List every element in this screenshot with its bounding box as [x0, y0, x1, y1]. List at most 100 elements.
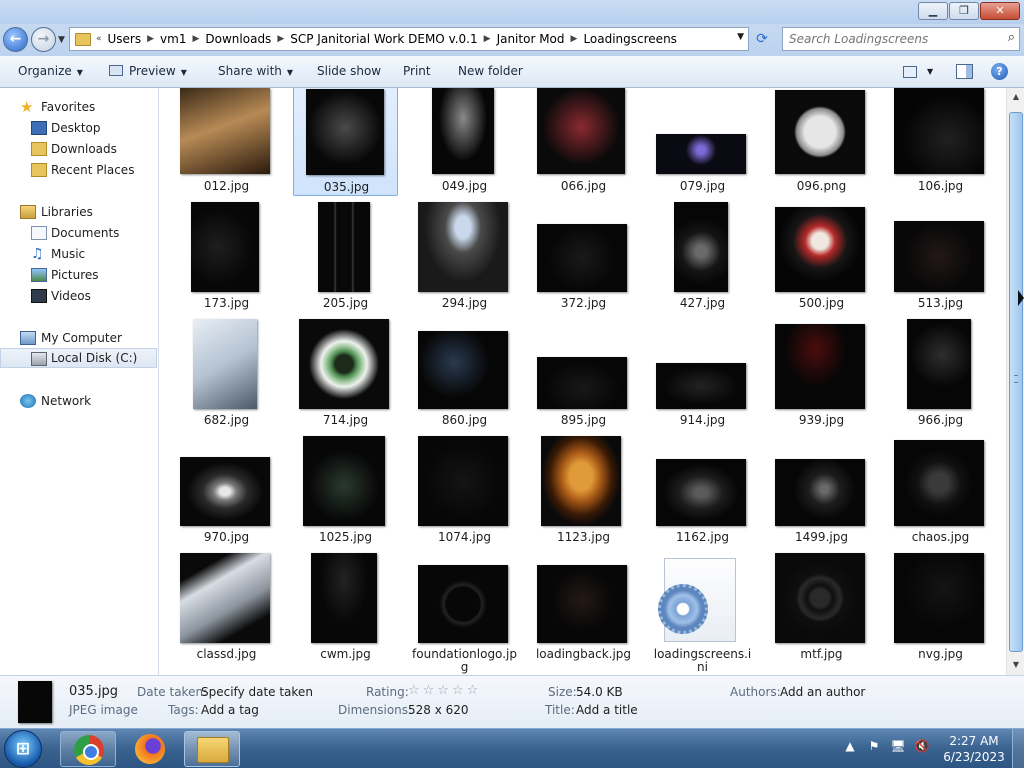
authors-field[interactable]: Add an author [780, 685, 865, 699]
file-item[interactable]: foundationlogo.jpg [412, 550, 517, 674]
share-with-button[interactable]: Share with ▼ [218, 64, 293, 78]
vertical-scrollbar[interactable]: ▲ ▼ [1006, 88, 1024, 675]
file-item[interactable]: 106.jpg [888, 88, 993, 196]
taskbar-chrome-button[interactable] [60, 731, 116, 767]
sidebar-item-recent-places[interactable]: Recent Places [0, 160, 157, 180]
sidebar-item-documents[interactable]: Documents [0, 223, 157, 243]
action-center-icon[interactable]: ⚑ [866, 739, 882, 753]
file-item[interactable]: 1025.jpg [293, 433, 398, 547]
network-status-icon[interactable]: 🖥 [890, 739, 906, 753]
refresh-icon[interactable]: ⟳ [752, 30, 772, 50]
sidebar-item-libraries[interactable]: Libraries [0, 202, 157, 222]
file-item[interactable]: 1074.jpg [412, 433, 517, 547]
sidebar-item-videos[interactable]: Videos [0, 286, 157, 306]
title-field[interactable]: Add a title [576, 703, 638, 717]
recent-pages-dropdown[interactable]: ▼ [58, 35, 65, 45]
taskbar-firefox-button[interactable] [122, 731, 178, 767]
show-hidden-icons-icon[interactable]: ▲ [842, 739, 858, 753]
file-item[interactable]: classd.jpg [174, 550, 279, 664]
view-options-dropdown[interactable]: ▼ [927, 67, 933, 76]
file-item[interactable]: 173.jpg [174, 199, 279, 313]
chevron-right-icon[interactable]: ▶ [146, 34, 155, 44]
file-item[interactable]: 1499.jpg [769, 433, 874, 547]
file-item[interactable]: 1162.jpg [650, 433, 755, 547]
start-button[interactable]: ⊞ [4, 730, 42, 768]
date-taken-field[interactable]: Specify date taken [201, 685, 313, 699]
file-item[interactable]: 012.jpg [174, 88, 279, 196]
scroll-down-arrow[interactable]: ▼ [1009, 658, 1023, 672]
breadcrumb-overflow-icon[interactable]: « [95, 34, 103, 44]
file-item[interactable]: 500.jpg [769, 199, 874, 313]
breadcrumb-users[interactable]: Users [103, 32, 147, 46]
search-box[interactable]: ⌕ [782, 27, 1020, 51]
minimize-button[interactable]: ▁ [918, 2, 948, 20]
file-item[interactable]: nvg.jpg [888, 550, 993, 664]
help-icon[interactable]: ? [991, 63, 1008, 80]
rating-stars[interactable]: ☆☆☆☆☆ [408, 683, 481, 698]
file-item[interactable]: 096.png [769, 88, 874, 196]
search-icon[interactable]: ⌕ [1008, 30, 1015, 45]
breadcrumb-loadingscreens[interactable]: Loadingscreens [578, 32, 682, 46]
sidebar-item-downloads[interactable]: Downloads [0, 139, 157, 159]
close-button[interactable]: ✕ [980, 2, 1020, 20]
chevron-right-icon[interactable]: ▶ [570, 34, 579, 44]
file-item[interactable]: 966.jpg [888, 316, 993, 430]
file-item[interactable]: 513.jpg [888, 199, 993, 313]
file-item[interactable]: 682.jpg [174, 316, 279, 430]
file-item[interactable]: loadingscreens.ini [650, 550, 755, 674]
back-button[interactable]: ← [3, 27, 28, 52]
chevron-right-icon[interactable]: ▶ [483, 34, 492, 44]
sidebar-item-my-computer[interactable]: My Computer [0, 328, 157, 348]
breadcrumb-vm1[interactable]: vm1 [155, 32, 191, 46]
search-input[interactable] [783, 28, 993, 50]
sidebar-item-network[interactable]: Network [0, 391, 157, 411]
sidebar-item-pictures[interactable]: Pictures [0, 265, 157, 285]
file-item[interactable]: 895.jpg [531, 316, 636, 430]
breadcrumb-downloads[interactable]: Downloads [200, 32, 276, 46]
taskbar-clock[interactable]: 2:27 AM 6/23/2023 [934, 733, 1014, 765]
file-item[interactable]: 049.jpg [412, 88, 517, 196]
file-item[interactable]: chaos.jpg [888, 433, 993, 547]
file-item[interactable]: cwm.jpg [293, 550, 398, 664]
file-item[interactable]: 294.jpg [412, 199, 517, 313]
change-view-icon[interactable] [903, 66, 917, 78]
file-item[interactable]: 066.jpg [531, 88, 636, 196]
sidebar-item-music[interactable]: ♫ Music [0, 244, 157, 264]
file-item[interactable]: 1123.jpg [531, 433, 636, 547]
file-item[interactable]: 372.jpg [531, 199, 636, 313]
chevron-right-icon[interactable]: ▶ [276, 34, 285, 44]
preview-pane-icon[interactable] [956, 64, 973, 79]
show-desktop-button[interactable] [1012, 729, 1024, 768]
maximize-button[interactable]: ❐ [949, 2, 979, 20]
file-item[interactable]: 914.jpg [650, 316, 755, 430]
file-item[interactable]: mtf.jpg [769, 550, 874, 664]
scrollbar-thumb[interactable] [1009, 112, 1023, 652]
volume-muted-icon[interactable]: 🔇 [914, 739, 930, 753]
file-item[interactable]: 714.jpg [293, 316, 398, 430]
sidebar-item-favorites[interactable]: ★ Favorites [0, 97, 157, 117]
sidebar-item-local-disk[interactable]: Local Disk (C:) [0, 348, 157, 368]
new-folder-button[interactable]: New folder [458, 64, 523, 78]
print-button[interactable]: Print [403, 64, 431, 78]
address-bar[interactable]: « Users ▶ vm1 ▶ Downloads ▶ SCP Janitori… [69, 27, 749, 51]
forward-button[interactable]: → [31, 27, 56, 52]
tags-field[interactable]: Add a tag [201, 703, 259, 717]
taskbar-explorer-button[interactable] [184, 731, 240, 767]
chevron-right-icon[interactable]: ▶ [191, 34, 200, 44]
sidebar-item-desktop[interactable]: Desktop [0, 118, 157, 138]
slide-show-button[interactable]: Slide show [317, 64, 381, 78]
file-item[interactable]: 079.jpg [650, 88, 755, 196]
file-item[interactable]: 035.jpg [293, 88, 398, 196]
preview-button[interactable]: Preview ▼ [109, 64, 187, 78]
file-item[interactable]: 970.jpg [174, 433, 279, 547]
organize-button[interactable]: Organize ▼ [18, 64, 83, 78]
scroll-up-arrow[interactable]: ▲ [1009, 90, 1023, 104]
breadcrumb-janitor-mod[interactable]: Janitor Mod [492, 32, 570, 46]
file-item[interactable]: 205.jpg [293, 199, 398, 313]
breadcrumb-scp-janitorial[interactable]: SCP Janitorial Work DEMO v.0.1 [285, 32, 482, 46]
file-item[interactable]: loadingback.jpg [531, 550, 636, 664]
address-history-dropdown[interactable]: ▼ [737, 32, 744, 42]
file-item[interactable]: 860.jpg [412, 316, 517, 430]
file-item[interactable]: 427.jpg [650, 199, 755, 313]
file-item[interactable]: 939.jpg [769, 316, 874, 430]
